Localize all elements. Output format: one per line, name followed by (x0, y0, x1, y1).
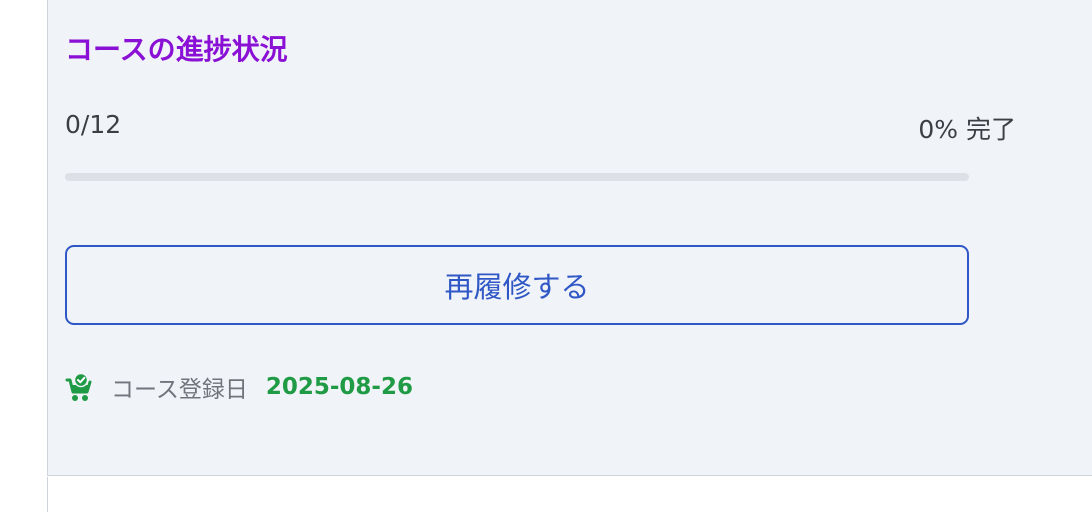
progress-title: コースの進捗状況 (65, 33, 288, 66)
percent-complete: 0% 完了 (918, 115, 1016, 144)
course-progress-panel (47, 0, 1092, 476)
registration-date-value: 2025-08-26 (265, 374, 413, 400)
retake-course-button[interactable]: 再履修する (65, 245, 969, 325)
cart-check-icon (65, 372, 93, 402)
registration-date-label: コース登録日 (111, 377, 248, 403)
registration-date-row: コース登録日 2025-08-26 (65, 370, 413, 404)
progress-bar (65, 173, 969, 181)
next-section (47, 477, 1092, 512)
completed-count: 0/12 (65, 110, 122, 139)
